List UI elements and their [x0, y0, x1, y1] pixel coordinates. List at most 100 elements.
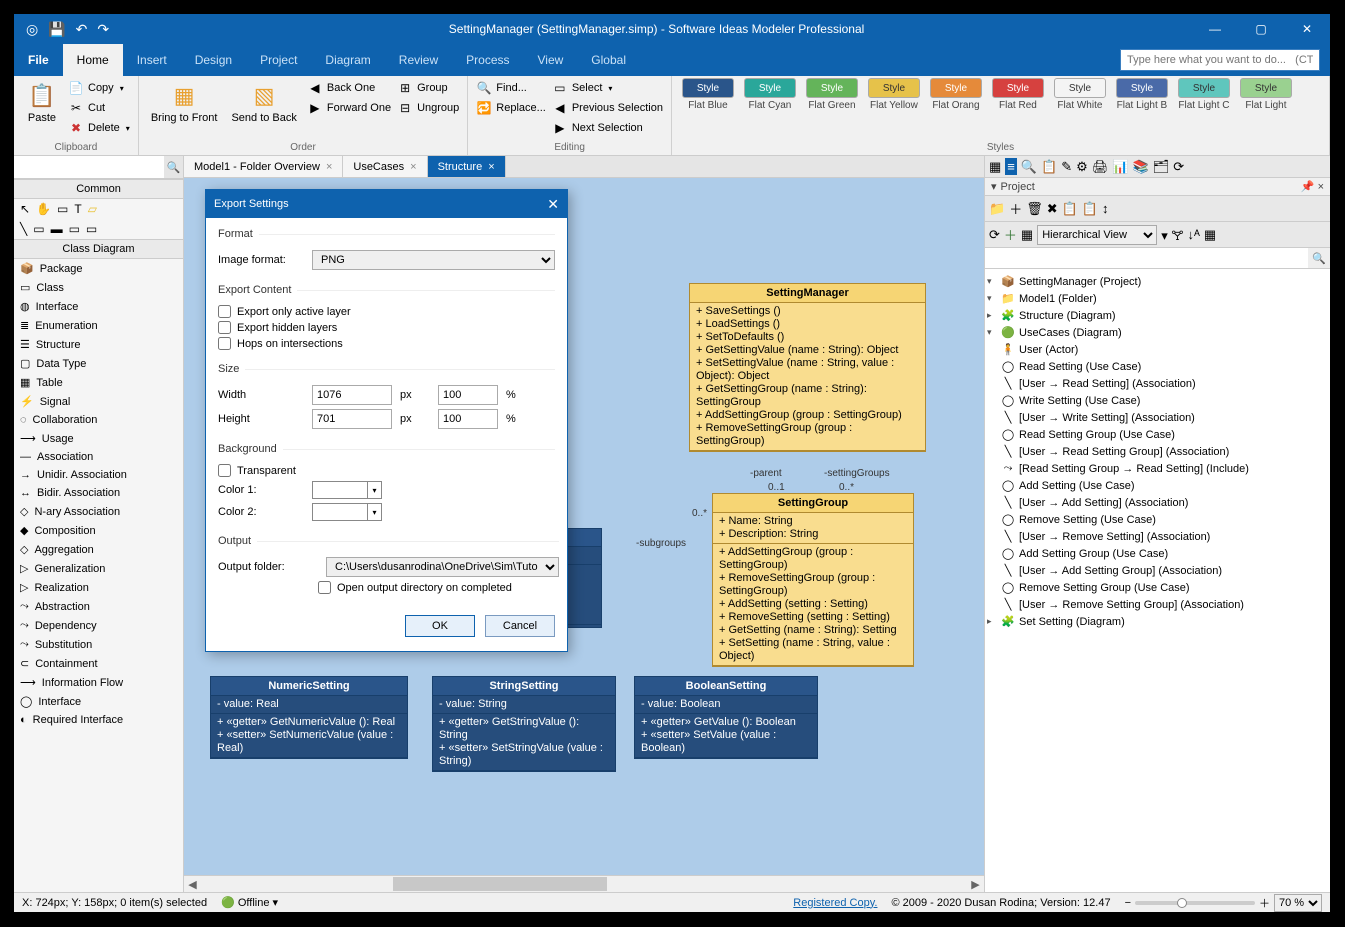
- project-view-select[interactable]: Hierarchical View: [1037, 225, 1157, 245]
- replace-button[interactable]: 🔁Replace...: [476, 98, 546, 118]
- tree-node[interactable]: ╲[User → Remove Setting] (Association): [987, 528, 1328, 545]
- back-one-button[interactable]: ◀Back One: [307, 78, 391, 98]
- group-button[interactable]: ⊞Group: [397, 78, 459, 98]
- tree-node[interactable]: ⤳[Read Setting Group → Read Setting] (In…: [987, 460, 1328, 477]
- toolbox-item[interactable]: ⤳Abstraction: [14, 597, 183, 616]
- image-format-select[interactable]: PNG: [312, 250, 555, 270]
- toolbox-item[interactable]: ☰Structure: [14, 335, 183, 354]
- tab-project[interactable]: Project: [246, 44, 311, 76]
- color1-picker[interactable]: ▾: [312, 481, 382, 499]
- qat-undo-icon[interactable]: ↶: [76, 21, 88, 38]
- export-hidden-layers-checkbox[interactable]: [218, 321, 231, 334]
- style-chip[interactable]: Style: [1240, 78, 1292, 98]
- tree-node[interactable]: ╲[User → Add Setting] (Association): [987, 494, 1328, 511]
- canvas-tab-1[interactable]: Model1 - Folder Overview×: [184, 156, 343, 177]
- cut-button[interactable]: ✂Cut: [68, 98, 130, 118]
- output-folder-select[interactable]: C:\Users\dusanrodina\OneDrive\Sim\Tuto: [326, 557, 559, 577]
- ptb2-icon[interactable]: ✖: [1047, 201, 1058, 217]
- tree-node[interactable]: ╲[User → Write Setting] (Association): [987, 409, 1328, 426]
- tab-close-icon[interactable]: ×: [326, 161, 332, 173]
- toolbox-item[interactable]: ▭Class: [14, 278, 183, 297]
- transparent-checkbox[interactable]: [218, 464, 231, 477]
- toolbox-section-common[interactable]: Common: [14, 179, 183, 199]
- toolbox-item[interactable]: ▷Realization: [14, 578, 183, 597]
- ptb3-sort-icon[interactable]: ↓ᴬ: [1188, 227, 1200, 242]
- ribbon-search-input[interactable]: [1120, 49, 1320, 71]
- zoom-slider[interactable]: [1135, 901, 1255, 905]
- folder-tool-icon[interactable]: ▭: [86, 222, 97, 236]
- next-sel-button[interactable]: ▶Next Selection: [552, 118, 663, 138]
- class-settingmanager[interactable]: SettingManager + SaveSettings ()+ LoadSe…: [689, 283, 926, 452]
- find-button[interactable]: 🔍Find...: [476, 78, 546, 98]
- style-chip[interactable]: Style: [682, 78, 734, 98]
- tree-node[interactable]: ▸🧩Set Setting (Diagram): [987, 613, 1328, 630]
- rect2-tool-icon[interactable]: ▬: [51, 222, 63, 236]
- ok-button[interactable]: OK: [405, 615, 475, 637]
- tree-node[interactable]: ◯Read Setting (Use Case): [987, 358, 1328, 375]
- open-output-checkbox[interactable]: [318, 581, 331, 594]
- zoom-level-select[interactable]: 70 %: [1274, 894, 1322, 912]
- ptb2-icon[interactable]: 🗑: [1026, 201, 1043, 217]
- ptb2-icon[interactable]: ＋: [1009, 199, 1022, 218]
- qat-redo-icon[interactable]: ↷: [97, 21, 109, 38]
- tree-node[interactable]: ◯Write Setting (Use Case): [987, 392, 1328, 409]
- toolbox-item[interactable]: ◯Interface: [14, 692, 183, 711]
- height-pct-input[interactable]: [438, 409, 498, 429]
- tab-file[interactable]: File: [14, 44, 63, 76]
- tree-twisty-icon[interactable]: ▾: [987, 327, 997, 338]
- ptb-icon[interactable]: ⟳: [1173, 159, 1184, 175]
- tab-close-icon[interactable]: ×: [488, 161, 494, 173]
- tree-node[interactable]: ╲[User → Add Setting Group] (Association…: [987, 562, 1328, 579]
- toolbox-item[interactable]: ◍Interface: [14, 297, 183, 316]
- forward-one-button[interactable]: ▶Forward One: [307, 98, 391, 118]
- ptb2-icon[interactable]: ↕: [1102, 201, 1109, 216]
- scroll-left-icon[interactable]: ◀: [184, 878, 201, 891]
- tab-review[interactable]: Review: [385, 44, 452, 76]
- ungroup-button[interactable]: ⊟Ungroup: [397, 98, 459, 118]
- tree-twisty-icon[interactable]: ▸: [987, 616, 997, 627]
- style-chip[interactable]: Style: [806, 78, 858, 98]
- tab-process[interactable]: Process: [452, 44, 523, 76]
- hand-tool-icon[interactable]: ✋: [36, 202, 51, 216]
- ptb-icon[interactable]: 🔍: [1021, 159, 1037, 175]
- toolbox-item[interactable]: 📦Package: [14, 259, 183, 278]
- toolbox-item[interactable]: ⊂Containment: [14, 654, 183, 673]
- ptb3-add-icon[interactable]: ＋: [1004, 225, 1017, 244]
- tree-node[interactable]: ▾📁Model1 (Folder): [987, 290, 1328, 307]
- close-button[interactable]: ✕: [1284, 14, 1330, 44]
- tree-twisty-icon[interactable]: ▸: [987, 310, 997, 321]
- ptb-icon[interactable]: 🗂: [1153, 159, 1170, 175]
- tab-design[interactable]: Design: [181, 44, 246, 76]
- toolbox-item[interactable]: ◇Aggregation: [14, 540, 183, 559]
- style-chip[interactable]: Style: [1116, 78, 1168, 98]
- tree-node[interactable]: ╲[User → Read Setting Group] (Associatio…: [987, 443, 1328, 460]
- note-tool-icon[interactable]: ▱: [88, 202, 97, 216]
- toolbox-item[interactable]: ▦Table: [14, 373, 183, 392]
- tree-node[interactable]: 🧍User (Actor): [987, 341, 1328, 358]
- tree-node[interactable]: ╲[User → Remove Setting Group] (Associat…: [987, 596, 1328, 613]
- ptb-icon[interactable]: ⚙: [1076, 159, 1088, 175]
- tree-twisty-icon[interactable]: ▾: [987, 293, 997, 304]
- tree-node[interactable]: ▾📦SettingManager (Project): [987, 273, 1328, 290]
- tree-node[interactable]: ▸🧩Structure (Diagram): [987, 307, 1328, 324]
- toolbox-item[interactable]: ⤳Substitution: [14, 635, 183, 654]
- tree-node[interactable]: ◯Read Setting Group (Use Case): [987, 426, 1328, 443]
- zoom-in-button[interactable]: ＋: [1259, 895, 1270, 911]
- prev-sel-button[interactable]: ◀Previous Selection: [552, 98, 663, 118]
- line-tool-icon[interactable]: ╲: [20, 222, 27, 236]
- ptb-icon[interactable]: ▦: [989, 159, 1001, 175]
- toolbox-item[interactable]: ↔Bidir. Association: [14, 484, 183, 502]
- canvas-tab-2[interactable]: UseCases×: [343, 156, 427, 177]
- toolbox-item[interactable]: ▢Data Type: [14, 354, 183, 373]
- height-input[interactable]: [312, 409, 392, 429]
- project-search-input[interactable]: [985, 248, 1308, 268]
- class-numericsetting[interactable]: NumericSetting - value: Real + «getter» …: [210, 676, 408, 759]
- ptb-icon[interactable]: 📋: [1041, 159, 1057, 175]
- canvas-h-scrollbar[interactable]: ◀ ▶: [184, 875, 984, 892]
- class-stringsetting[interactable]: StringSetting - value: String + «getter»…: [432, 676, 616, 772]
- canvas-tab-3[interactable]: Structure×: [428, 156, 506, 177]
- toolbox-item[interactable]: ⟶Usage: [14, 429, 183, 448]
- cancel-button[interactable]: Cancel: [485, 615, 555, 637]
- rect3-tool-icon[interactable]: ▭: [69, 222, 80, 236]
- delete-button[interactable]: ✖Delete▾: [68, 118, 130, 138]
